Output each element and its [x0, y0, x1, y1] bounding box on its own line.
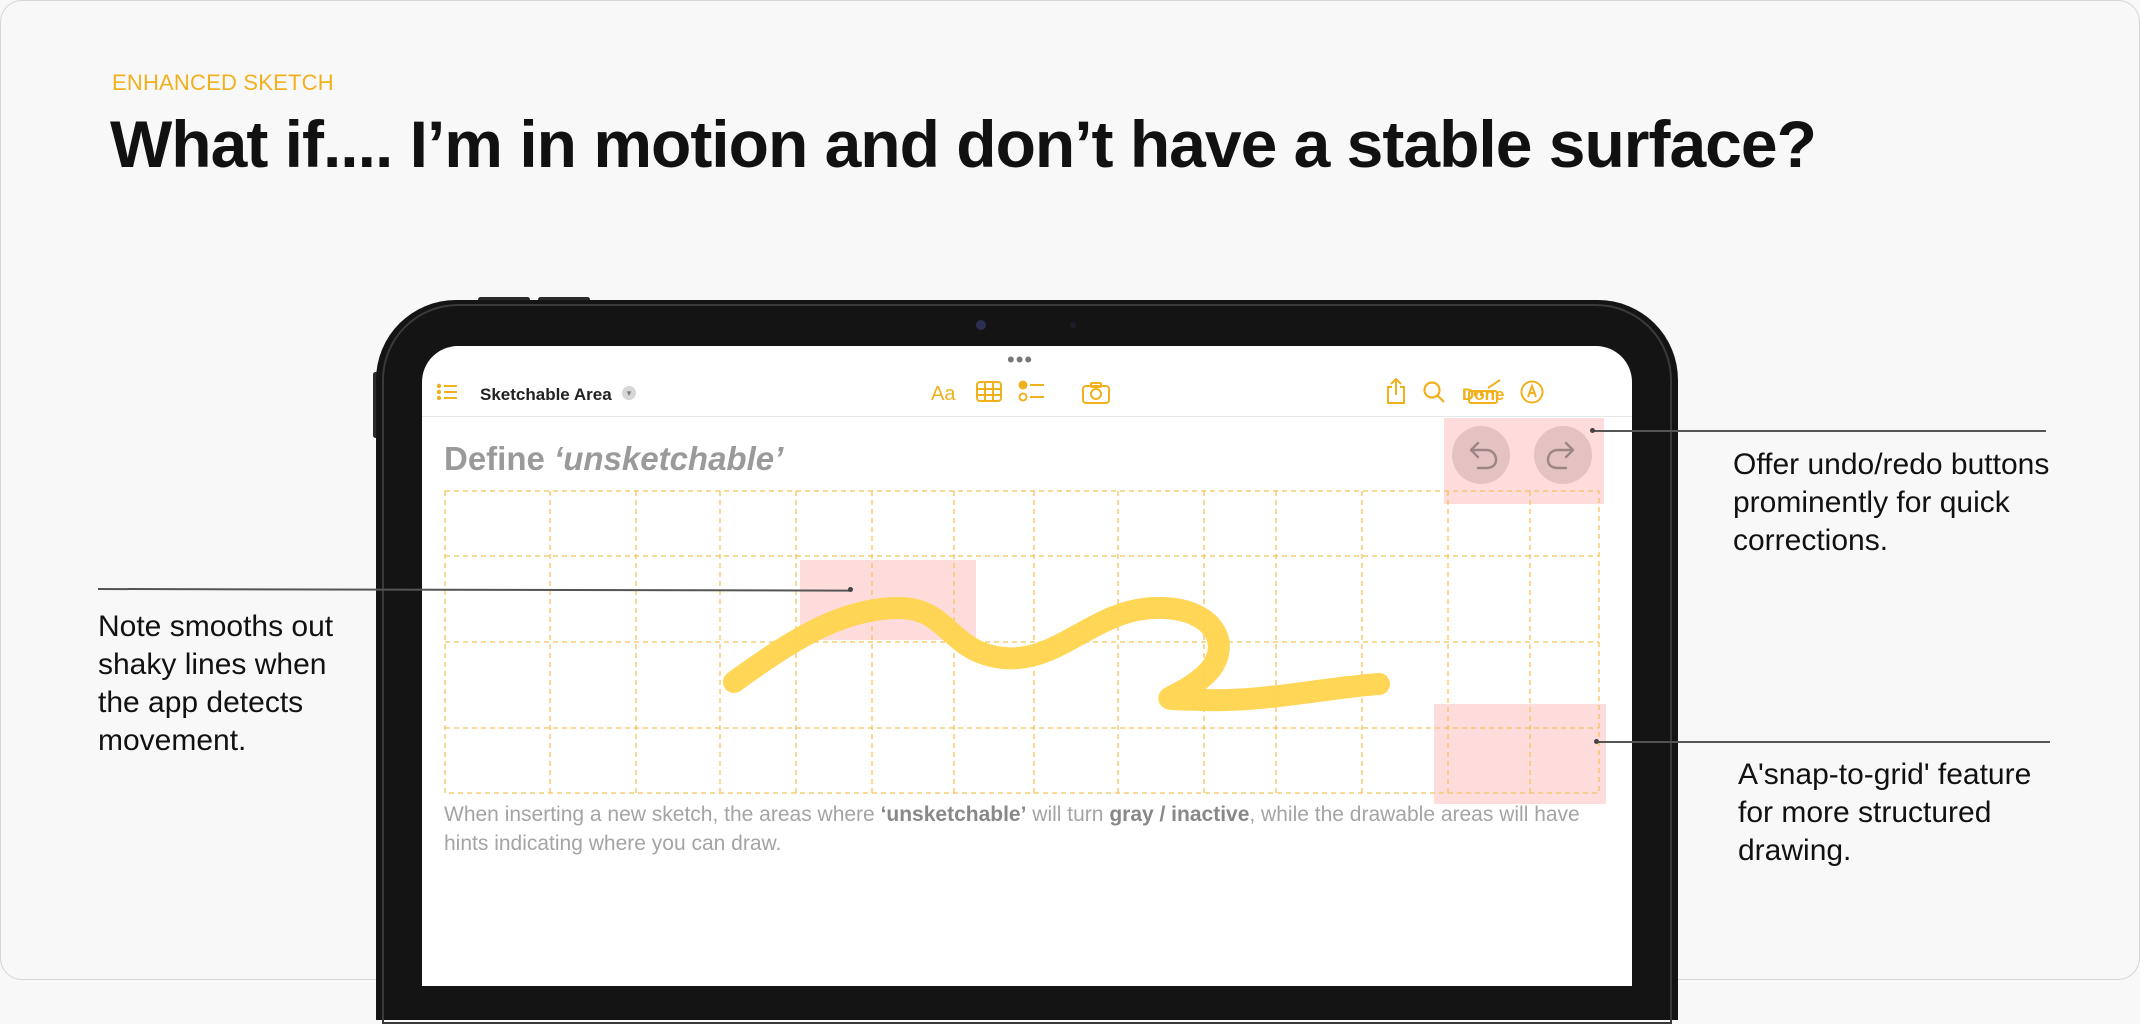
smoothed-stroke: [723, 596, 1390, 712]
annotation-smoothing: Note smooths out shaky lines when the ap…: [98, 608, 333, 760]
annotation-line: drawing.: [1738, 834, 1852, 867]
search-icon[interactable]: [1422, 380, 1446, 404]
annotation-line: prominently for quick: [1733, 486, 2010, 519]
annotation-line: Offer undo/redo buttons: [1733, 448, 2050, 481]
annotation-line: corrections.: [1733, 524, 1889, 557]
note-title[interactable]: Sketchable Area: [480, 385, 612, 405]
annotation-line: the app detects: [98, 686, 304, 719]
slide-headline: What if.... I’m in motion and don’t have…: [110, 107, 1817, 181]
left-annotation-dot: [848, 587, 853, 592]
text-format-icon[interactable]: Aa: [930, 380, 958, 404]
caption-bold-gray-inactive: gray / inactive: [1109, 803, 1250, 826]
notes-toolbar: Sketchable Area ▾ Aa Done: [422, 372, 1632, 410]
caption-text: will turn: [1026, 803, 1110, 826]
table-icon[interactable]: [976, 381, 1002, 403]
chevron-down-icon[interactable]: ▾: [622, 386, 636, 400]
undo-arrow-icon: [1469, 441, 1498, 470]
note-caption: When inserting a new sketch, the areas w…: [444, 800, 1604, 858]
toolbar-divider: [422, 416, 1632, 417]
heading-italic: ‘unsketchable’: [554, 440, 784, 477]
list-icon[interactable]: [436, 382, 458, 402]
undo-button[interactable]: [1452, 426, 1510, 484]
svg-text:Aa: Aa: [931, 383, 956, 404]
sensor-icon: [1070, 322, 1076, 328]
multitask-grabber[interactable]: •••: [1007, 349, 1033, 371]
annotation-undo-redo: Offer undo/redo buttons prominently for …: [1733, 446, 2049, 560]
sketch-grid[interactable]: [444, 488, 1614, 800]
section-eyebrow: ENHANCED SKETCH: [112, 70, 334, 95]
annotation-line: for more structured: [1738, 796, 1992, 829]
caption-bold-unsketchable: ‘unsketchable’: [880, 803, 1027, 826]
bottom-right-annotation-line: [1598, 741, 2050, 743]
front-camera-icon: [976, 320, 986, 330]
ipad-screen: ••• Sketchable Area ▾ Aa Done Define ‘un…: [422, 346, 1632, 986]
share-icon[interactable]: [1385, 377, 1407, 405]
top-right-annotation-dot: [1590, 428, 1595, 433]
redo-button[interactable]: [1534, 426, 1592, 484]
heading-prefix: Define: [444, 440, 555, 477]
done-button[interactable]: Done: [1462, 385, 1505, 405]
annotation-line: Note smooths out: [98, 610, 334, 643]
top-right-annotation-line: [1594, 430, 2046, 432]
bottom-right-annotation-dot: [1594, 739, 1599, 744]
camera-icon[interactable]: [1082, 382, 1110, 404]
markup-pen-icon[interactable]: [1520, 380, 1544, 404]
annotation-line: movement.: [98, 724, 247, 757]
checklist-icon[interactable]: [1018, 380, 1046, 404]
caption-text: When inserting a new sketch, the areas w…: [444, 803, 881, 826]
annotation-line: A'snap-to-grid' feature: [1738, 758, 2032, 791]
redo-arrow-icon: [1546, 441, 1575, 470]
note-heading: Define ‘unsketchable’: [444, 440, 783, 478]
annotation-snap-to-grid: A'snap-to-grid' feature for more structu…: [1738, 756, 2031, 870]
annotation-line: shaky lines when: [98, 648, 327, 681]
